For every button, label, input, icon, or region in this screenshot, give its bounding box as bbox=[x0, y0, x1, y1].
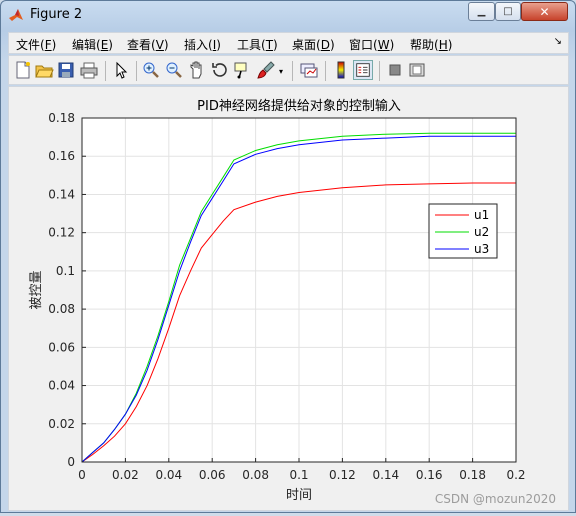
show-plot-tools-icon[interactable] bbox=[407, 60, 427, 80]
zoom-out-icon[interactable] bbox=[164, 60, 184, 80]
y-tick-label: 0.18 bbox=[48, 111, 75, 125]
x-tick-label: 0.18 bbox=[459, 468, 486, 482]
x-tick-label: 0.08 bbox=[242, 468, 269, 482]
menu-view[interactable]: 查看(V) bbox=[127, 36, 169, 53]
open-file-icon[interactable] bbox=[34, 60, 54, 80]
brush-dropdown-icon[interactable]: ▾ bbox=[279, 67, 287, 87]
y-tick-label: 0.16 bbox=[48, 149, 75, 163]
y-axis-label: 被控量 bbox=[29, 270, 44, 309]
save-icon[interactable] bbox=[56, 60, 76, 80]
y-tick-label: 0.04 bbox=[48, 379, 75, 393]
x-tick-label: 0.04 bbox=[155, 468, 182, 482]
legend-label-u3: u3 bbox=[474, 242, 489, 256]
legend-label-u1: u1 bbox=[474, 208, 489, 222]
minimize-button[interactable]: ▁ bbox=[468, 2, 495, 21]
zoom-in-icon[interactable] bbox=[141, 60, 161, 80]
new-figure-icon[interactable] bbox=[13, 60, 33, 80]
y-tick-label: 0 bbox=[67, 455, 75, 469]
x-tick-label: 0.02 bbox=[112, 468, 139, 482]
menu-desktop[interactable]: 桌面(D) bbox=[292, 36, 335, 53]
menu-file[interactable]: 文件(F) bbox=[16, 36, 56, 53]
title-bar[interactable]: Figure 2 ▁ □ ✕ bbox=[1, 1, 575, 29]
brush-icon[interactable] bbox=[256, 60, 276, 80]
x-tick-label: 0.12 bbox=[329, 468, 356, 482]
menu-window[interactable]: 窗口(W) bbox=[349, 36, 394, 53]
hide-plot-tools-icon[interactable] bbox=[385, 60, 405, 80]
menu-help[interactable]: 帮助(H) bbox=[410, 36, 452, 53]
legend-icon[interactable] bbox=[353, 60, 373, 80]
x-tick-label: 0 bbox=[78, 468, 86, 482]
link-plot-icon[interactable] bbox=[299, 60, 319, 80]
rotate-3d-icon[interactable] bbox=[210, 60, 230, 80]
y-tick-label: 0.08 bbox=[48, 302, 75, 316]
maximize-icon: □ bbox=[503, 6, 513, 17]
y-tick-label: 0.02 bbox=[48, 417, 75, 431]
x-axis-label: 时间 bbox=[286, 488, 312, 503]
close-button[interactable]: ✕ bbox=[521, 2, 568, 21]
legend-label-u2: u2 bbox=[474, 225, 489, 239]
menu-edit[interactable]: 编辑(E) bbox=[72, 36, 113, 53]
x-tick-label: 0.14 bbox=[372, 468, 399, 482]
figure-window: Figure 2 ▁ □ ✕ 文件(F) 编辑(E) 查看(V) 插入(I) 工… bbox=[0, 0, 576, 513]
watermark: CSDN @mozun2020 bbox=[434, 492, 556, 506]
menu-overflow-icon[interactable]: ↘ bbox=[554, 36, 562, 47]
matlab-logo-icon bbox=[9, 9, 23, 21]
pointer-icon[interactable] bbox=[111, 60, 131, 80]
legend[interactable]: u1 u2 u3 bbox=[428, 203, 498, 259]
menu-insert[interactable]: 插入(I) bbox=[184, 36, 221, 53]
data-cursor-icon[interactable] bbox=[232, 60, 252, 80]
y-tick-label: 0.1 bbox=[56, 264, 75, 278]
maximize-button[interactable]: □ bbox=[495, 2, 521, 21]
minimize-icon: ▁ bbox=[477, 6, 486, 17]
menu-bar: 文件(F) 编辑(E) 查看(V) 插入(I) 工具(T) 桌面(D) 窗口(W… bbox=[8, 32, 569, 54]
figure-toolbar: ▾ bbox=[8, 55, 569, 85]
y-tick-label: 0.12 bbox=[48, 226, 75, 240]
chart-title: PID神经网络提供给对象的控制输入 bbox=[197, 98, 401, 114]
plot-area[interactable]: PID神经网络提供给对象的控制输入 0 0.02 0.04 0.06 0.08 0.1 0.… bbox=[9, 87, 570, 512]
figure-canvas: PID神经网络提供给对象的控制输入 0 0.02 0.04 0.06 0.08 0.1 0.… bbox=[8, 86, 569, 511]
y-tick-label: 0.06 bbox=[48, 340, 75, 354]
print-icon[interactable] bbox=[79, 60, 99, 80]
window-title: Figure 2 bbox=[30, 7, 83, 22]
colorbar-icon[interactable] bbox=[331, 60, 351, 80]
x-tick-label: 0.2 bbox=[506, 468, 525, 482]
y-tick-label: 0.14 bbox=[48, 187, 75, 201]
close-icon: ✕ bbox=[539, 4, 550, 19]
x-tick-label: 0.06 bbox=[199, 468, 226, 482]
pan-icon[interactable] bbox=[187, 60, 207, 80]
x-tick-label: 0.1 bbox=[289, 468, 308, 482]
menu-tools[interactable]: 工具(T) bbox=[237, 36, 278, 53]
x-tick-label: 0.16 bbox=[416, 468, 443, 482]
